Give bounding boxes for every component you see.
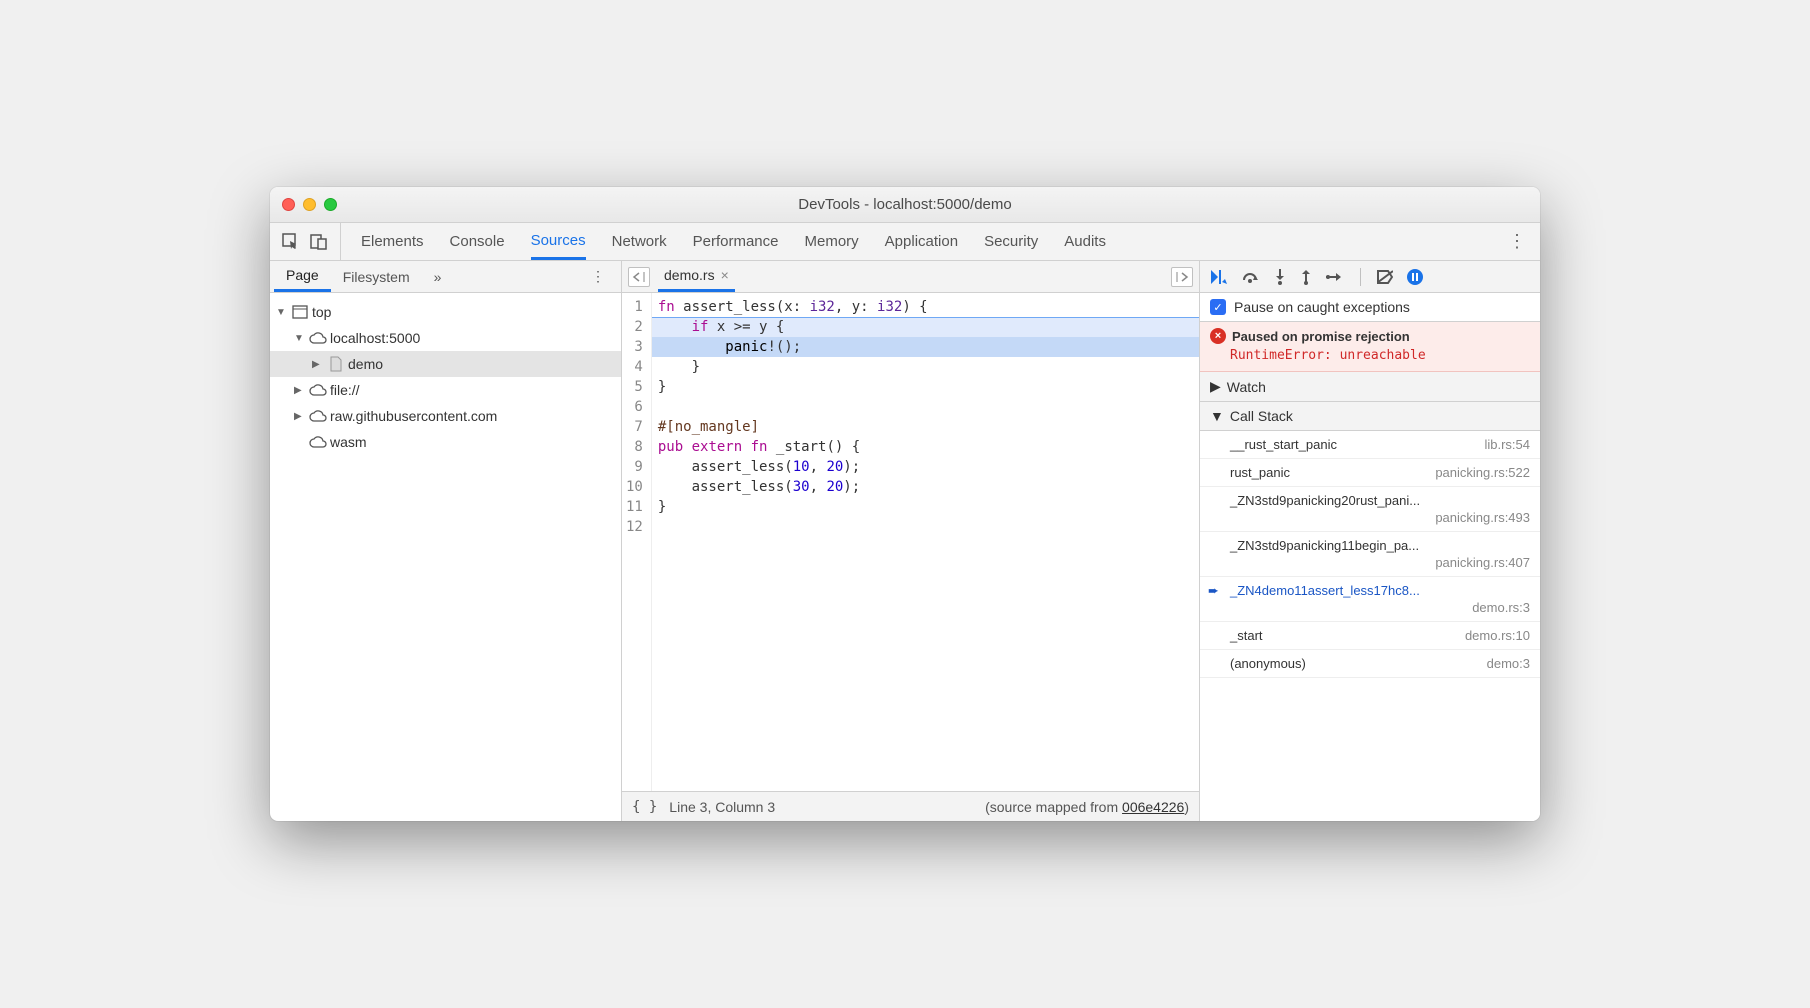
watch-label: Watch <box>1227 379 1266 395</box>
nav-back-icon[interactable] <box>628 267 650 287</box>
file-tab-demo-rs[interactable]: demo.rs × <box>658 261 735 292</box>
inspect-element-icon[interactable] <box>282 233 300 251</box>
editor-panel: demo.rs × 123456789101112 fn assert_less… <box>622 261 1200 821</box>
filesystem-tab[interactable]: Filesystem <box>331 261 422 292</box>
zoom-window[interactable] <box>324 198 337 211</box>
pause-exceptions-icon[interactable] <box>1407 269 1423 285</box>
tree-item[interactable]: ▼localhost:5000 <box>270 325 621 351</box>
tree-item[interactable]: ▶demo <box>270 351 621 377</box>
code-line[interactable]: panic!(); <box>652 337 1199 357</box>
tree-item[interactable]: ▶file:// <box>270 377 621 403</box>
stack-frame[interactable]: _ZN3std9panicking20rust_pani...panicking… <box>1200 487 1540 532</box>
code-line[interactable]: assert_less(30, 20); <box>652 477 1199 497</box>
step-icon[interactable] <box>1326 271 1344 283</box>
current-frame-icon: ➨ <box>1208 583 1219 599</box>
error-icon: × <box>1210 328 1226 344</box>
code-line[interactable]: if x >= y { <box>652 317 1199 337</box>
step-out-icon[interactable] <box>1300 269 1312 285</box>
navigator-panel: Page Filesystem » ⋮ ▼top▼localhost:5000▶… <box>270 261 622 821</box>
step-over-icon[interactable] <box>1242 270 1260 284</box>
pause-caught-label: Pause on caught exceptions <box>1234 299 1410 315</box>
tab-memory[interactable]: Memory <box>805 223 859 260</box>
code-line[interactable]: } <box>652 497 1199 517</box>
chevron-right-icon: ▶ <box>1210 378 1221 395</box>
tab-performance[interactable]: Performance <box>693 223 779 260</box>
close-window[interactable] <box>282 198 295 211</box>
stack-frame[interactable]: _startdemo.rs:10 <box>1200 622 1540 650</box>
pause-reason-title: Paused on promise rejection <box>1232 329 1410 344</box>
navigator-menu-icon[interactable]: ⋮ <box>579 261 617 292</box>
code-line[interactable] <box>652 517 1199 537</box>
pause-reason-message: RuntimeError: unreachable <box>1200 346 1540 371</box>
tab-application[interactable]: Application <box>885 223 958 260</box>
stack-frame[interactable]: _ZN3std9panicking11begin_pa...panicking.… <box>1200 532 1540 577</box>
cursor-position: Line 3, Column 3 <box>669 799 775 815</box>
titlebar: DevTools - localhost:5000/demo <box>270 187 1540 223</box>
stack-frame[interactable]: rust_panicpanicking.rs:522 <box>1200 459 1540 487</box>
callstack-section[interactable]: ▼ Call Stack <box>1200 402 1540 431</box>
pause-caught-checkbox[interactable]: ✓ <box>1210 299 1226 315</box>
tree-item[interactable]: wasm <box>270 429 621 455</box>
stack-frame[interactable]: ➨_ZN4demo11assert_less17hc8...demo.rs:3 <box>1200 577 1540 622</box>
navigator-overflow[interactable]: » <box>422 261 454 292</box>
tab-audits[interactable]: Audits <box>1064 223 1106 260</box>
devtools-window: DevTools - localhost:5000/demo Elements C… <box>270 187 1540 821</box>
debugger-panel: ✓ Pause on caught exceptions × Paused on… <box>1200 261 1540 821</box>
minimize-window[interactable] <box>303 198 316 211</box>
code-line[interactable]: #[no_mangle] <box>652 417 1199 437</box>
callstack-label: Call Stack <box>1230 408 1293 424</box>
tab-elements[interactable]: Elements <box>361 223 424 260</box>
close-tab-icon[interactable]: × <box>721 267 729 283</box>
stack-frame[interactable]: __rust_start_paniclib.rs:54 <box>1200 431 1540 459</box>
more-menu-icon[interactable]: ⋮ <box>1494 231 1540 252</box>
code-line[interactable]: } <box>652 357 1199 377</box>
window-controls <box>282 198 337 211</box>
code-line[interactable]: fn assert_less(x: i32, y: i32) { <box>652 297 1199 317</box>
file-tab-label: demo.rs <box>664 267 715 283</box>
pause-exceptions-pane: ✓ Pause on caught exceptions <box>1200 293 1540 322</box>
resume-icon[interactable] <box>1210 269 1228 285</box>
tree-item[interactable]: ▶raw.githubusercontent.com <box>270 403 621 429</box>
chevron-down-icon: ▼ <box>1210 408 1224 424</box>
watch-section[interactable]: ▶ Watch <box>1200 372 1540 402</box>
page-tab[interactable]: Page <box>274 261 331 292</box>
pretty-print-icon[interactable]: { } <box>632 799 657 815</box>
editor-statusbar: { } Line 3, Column 3 (source mapped from… <box>622 791 1199 821</box>
tab-network[interactable]: Network <box>612 223 667 260</box>
code-line[interactable]: } <box>652 377 1199 397</box>
code-editor[interactable]: 123456789101112 fn assert_less(x: i32, y… <box>622 293 1199 791</box>
code-line[interactable] <box>652 397 1199 417</box>
tab-sources[interactable]: Sources <box>531 223 586 260</box>
debugger-toolbar <box>1200 261 1540 293</box>
code-line[interactable]: assert_less(10, 20); <box>652 457 1199 477</box>
pause-reason-pane: × Paused on promise rejection RuntimeErr… <box>1200 322 1540 372</box>
tab-console[interactable]: Console <box>450 223 505 260</box>
tree-root[interactable]: ▼top <box>270 299 621 325</box>
device-toggle-icon[interactable] <box>310 233 328 251</box>
nav-forward-icon[interactable] <box>1171 267 1193 287</box>
step-into-icon[interactable] <box>1274 269 1286 285</box>
source-map-info: (source mapped from 006e4226) <box>985 799 1189 815</box>
stack-frame[interactable]: (anonymous)demo:3 <box>1200 650 1540 678</box>
deactivate-breakpoints-icon[interactable] <box>1377 270 1393 284</box>
window-title: DevTools - localhost:5000/demo <box>270 196 1540 213</box>
tab-security[interactable]: Security <box>984 223 1038 260</box>
main-toolbar: Elements Console Sources Network Performance… <box>270 223 1540 261</box>
source-map-link[interactable]: 006e4226 <box>1122 799 1184 815</box>
code-line[interactable]: pub extern fn _start() { <box>652 437 1199 457</box>
